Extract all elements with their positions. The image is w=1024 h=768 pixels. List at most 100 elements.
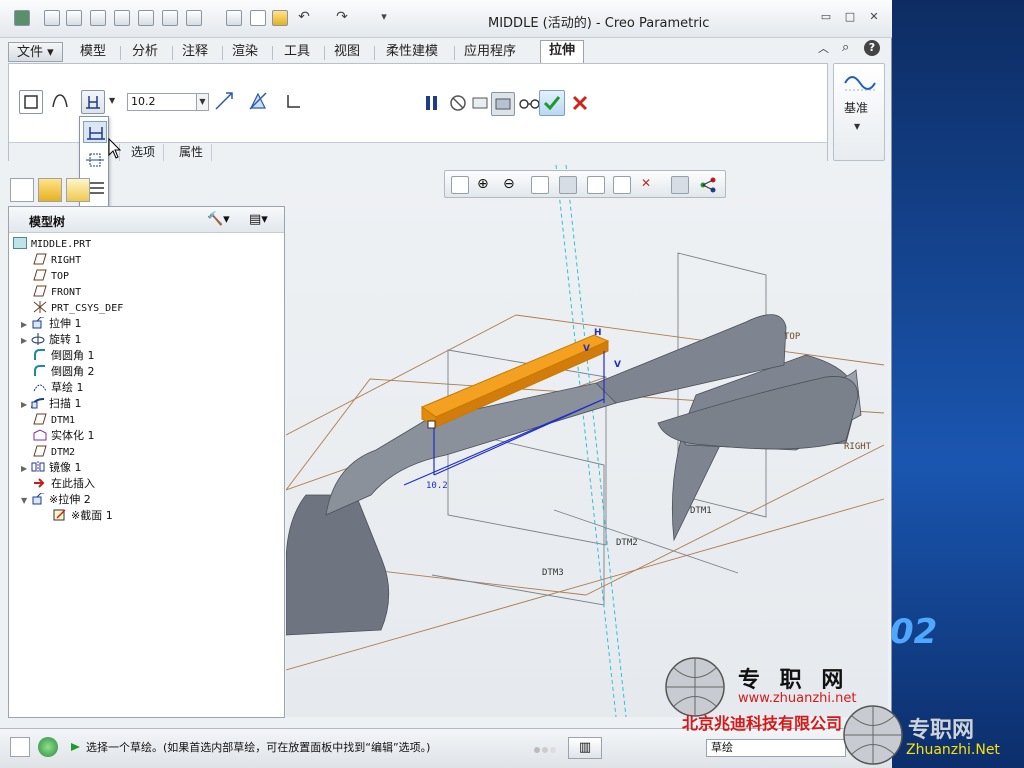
tab-tools[interactable]: 工具 (276, 42, 318, 62)
annotation-display-icon[interactable] (699, 176, 717, 194)
minimize-button[interactable]: ▭ (818, 10, 834, 24)
app-logo-icon (14, 10, 30, 26)
tree-item[interactable]: ▶ 扫描 1 (21, 396, 82, 412)
zoom-in-icon[interactable]: ⊕ (477, 176, 495, 194)
depth-symmetric-option-icon[interactable] (83, 149, 107, 171)
tab-annotate[interactable]: 注释 (174, 42, 216, 62)
attached-preview-icon[interactable] (491, 92, 515, 116)
no-preview-icon[interactable] (447, 92, 471, 116)
repaint-icon[interactable] (531, 176, 549, 194)
solidify-icon (33, 429, 47, 441)
edit-icon[interactable] (226, 10, 242, 26)
sketch-view-icon[interactable] (671, 176, 689, 194)
drag-handle[interactable] (427, 420, 436, 429)
model-view[interactable]: TOP RIGHT DTM1 DTM2 DTM3 10.2 V V H (286, 165, 888, 717)
flip-direction-icon[interactable] (213, 90, 237, 114)
datum-display-icon[interactable]: ✕ (641, 176, 659, 194)
cancel-x-icon[interactable] (569, 92, 593, 116)
tree-item[interactable]: 倒圆角 2 (33, 364, 95, 380)
expand-icon: ▶ (21, 336, 28, 345)
depth-value-dropdown[interactable]: ▼ (197, 93, 209, 111)
tree-item[interactable]: ※截面 1 (53, 508, 113, 524)
tree-item[interactable]: FRONT (33, 284, 81, 300)
tree-item[interactable]: 实体化 1 (33, 428, 95, 444)
window-icon[interactable] (186, 10, 202, 26)
sweep-icon (31, 397, 45, 409)
open-file-icon[interactable] (66, 10, 82, 26)
undo-icon[interactable]: ↶ (296, 10, 312, 24)
paste-icon[interactable] (162, 10, 178, 26)
help-icon[interactable]: ? (864, 40, 880, 56)
tree-item[interactable]: ▼ ※拉伸 2 (21, 492, 91, 508)
copy-icon[interactable] (138, 10, 154, 26)
model-tree-tab-icon[interactable] (10, 178, 34, 202)
tree-show-icon[interactable]: ▤▾ (249, 212, 268, 227)
saved-orientations-icon[interactable] (587, 176, 605, 194)
tree-item[interactable]: 草绘 1 (33, 380, 84, 396)
find-icon[interactable]: ▥ (568, 737, 602, 759)
desktop-number: 02 (890, 612, 938, 652)
close-button[interactable]: ✕ (866, 10, 882, 24)
view-manager-icon[interactable] (613, 176, 631, 194)
folder-browser-tab-icon[interactable] (38, 178, 62, 202)
tree-item[interactable]: 倒圆角 1 (33, 348, 95, 364)
tree-item[interactable]: TOP (33, 268, 69, 284)
tab-applications[interactable]: 应用程序 (456, 42, 524, 62)
tab-extrude[interactable]: 拉伸 (540, 40, 585, 64)
favorites-tab-icon[interactable] (66, 178, 90, 202)
datum-label: 基准 (844, 101, 869, 115)
verify-glasses-icon[interactable] (517, 92, 541, 116)
selection-filter[interactable]: 草绘 (706, 739, 846, 757)
collapse-ribbon-icon[interactable]: ︿ (818, 40, 829, 56)
tree-item[interactable]: ▶ 旋转 1 (21, 332, 82, 348)
depth-dimension[interactable]: 10.2 (426, 481, 448, 491)
tree-item[interactable]: ▶ 拉伸 1 (21, 316, 82, 332)
tree-item[interactable]: PRT_CSYS_DEF (33, 300, 123, 316)
new-file-icon[interactable] (44, 10, 60, 26)
tree-item[interactable]: DTM1 (33, 412, 75, 428)
tab-analysis[interactable]: 分析 (124, 42, 166, 62)
redo-icon[interactable]: ↷ (334, 10, 350, 24)
datum-label-dtm3: DTM3 (542, 568, 564, 578)
tab-render[interactable]: 渲染 (224, 42, 266, 62)
tab-view[interactable]: 视图 (326, 42, 368, 62)
datum-plane-icon (33, 413, 47, 425)
folder-icon[interactable] (272, 10, 288, 26)
tree-item[interactable]: RIGHT (33, 252, 81, 268)
preview-icon[interactable] (469, 92, 493, 116)
tab-model[interactable]: 模型 (72, 42, 114, 62)
maximize-button[interactable]: □ (842, 10, 858, 24)
solid-icon[interactable] (19, 90, 43, 114)
subtab-options[interactable]: 选项 (123, 144, 165, 161)
search-icon[interactable]: ⌕ (842, 40, 849, 55)
tree-item[interactable]: DTM2 (33, 444, 75, 460)
zoom-out-icon[interactable]: ⊖ (503, 176, 521, 194)
datum-group[interactable]: 基准 ▼ (833, 63, 885, 161)
save-icon[interactable] (90, 10, 106, 26)
tree-item[interactable]: MIDDLE.PRT (13, 236, 91, 252)
depth-value-input[interactable]: 10.2 (127, 93, 197, 111)
depth-blind-icon[interactable] (81, 90, 105, 114)
regenerate-icon[interactable] (114, 10, 130, 26)
tree-settings-icon[interactable]: 🔨▾ (207, 212, 230, 227)
graphics-window[interactable]: TOP RIGHT DTM1 DTM2 DTM3 10.2 V V H (286, 165, 888, 717)
display-style-icon[interactable] (559, 176, 577, 194)
tab-file[interactable]: 文件 ▾ (8, 42, 63, 62)
check-box-icon[interactable] (250, 10, 266, 26)
remove-material-icon[interactable] (247, 90, 271, 114)
datum-expand-icon[interactable]: ▼ (854, 122, 860, 131)
browser-toggle-icon[interactable] (38, 737, 58, 757)
surface-icon[interactable] (49, 90, 73, 114)
ok-check-icon[interactable] (539, 90, 565, 116)
depth-blind-option-icon[interactable] (83, 121, 107, 143)
tab-flexible-modeling[interactable]: 柔性建模 (378, 42, 446, 62)
navigator-toggle-icon[interactable] (10, 737, 30, 757)
tree-item[interactable]: 在此插入 (33, 476, 95, 492)
depth-options-arrow[interactable]: ▼ (109, 96, 115, 105)
customize-qat-icon[interactable]: ▾ (376, 10, 392, 24)
subtab-properties[interactable]: 属性 (171, 144, 213, 161)
refit-icon[interactable] (451, 176, 469, 194)
tree-item[interactable]: ▶ 镜像 1 (21, 460, 82, 476)
pause-icon[interactable] (421, 92, 445, 116)
thicken-sketch-icon[interactable] (283, 90, 307, 114)
